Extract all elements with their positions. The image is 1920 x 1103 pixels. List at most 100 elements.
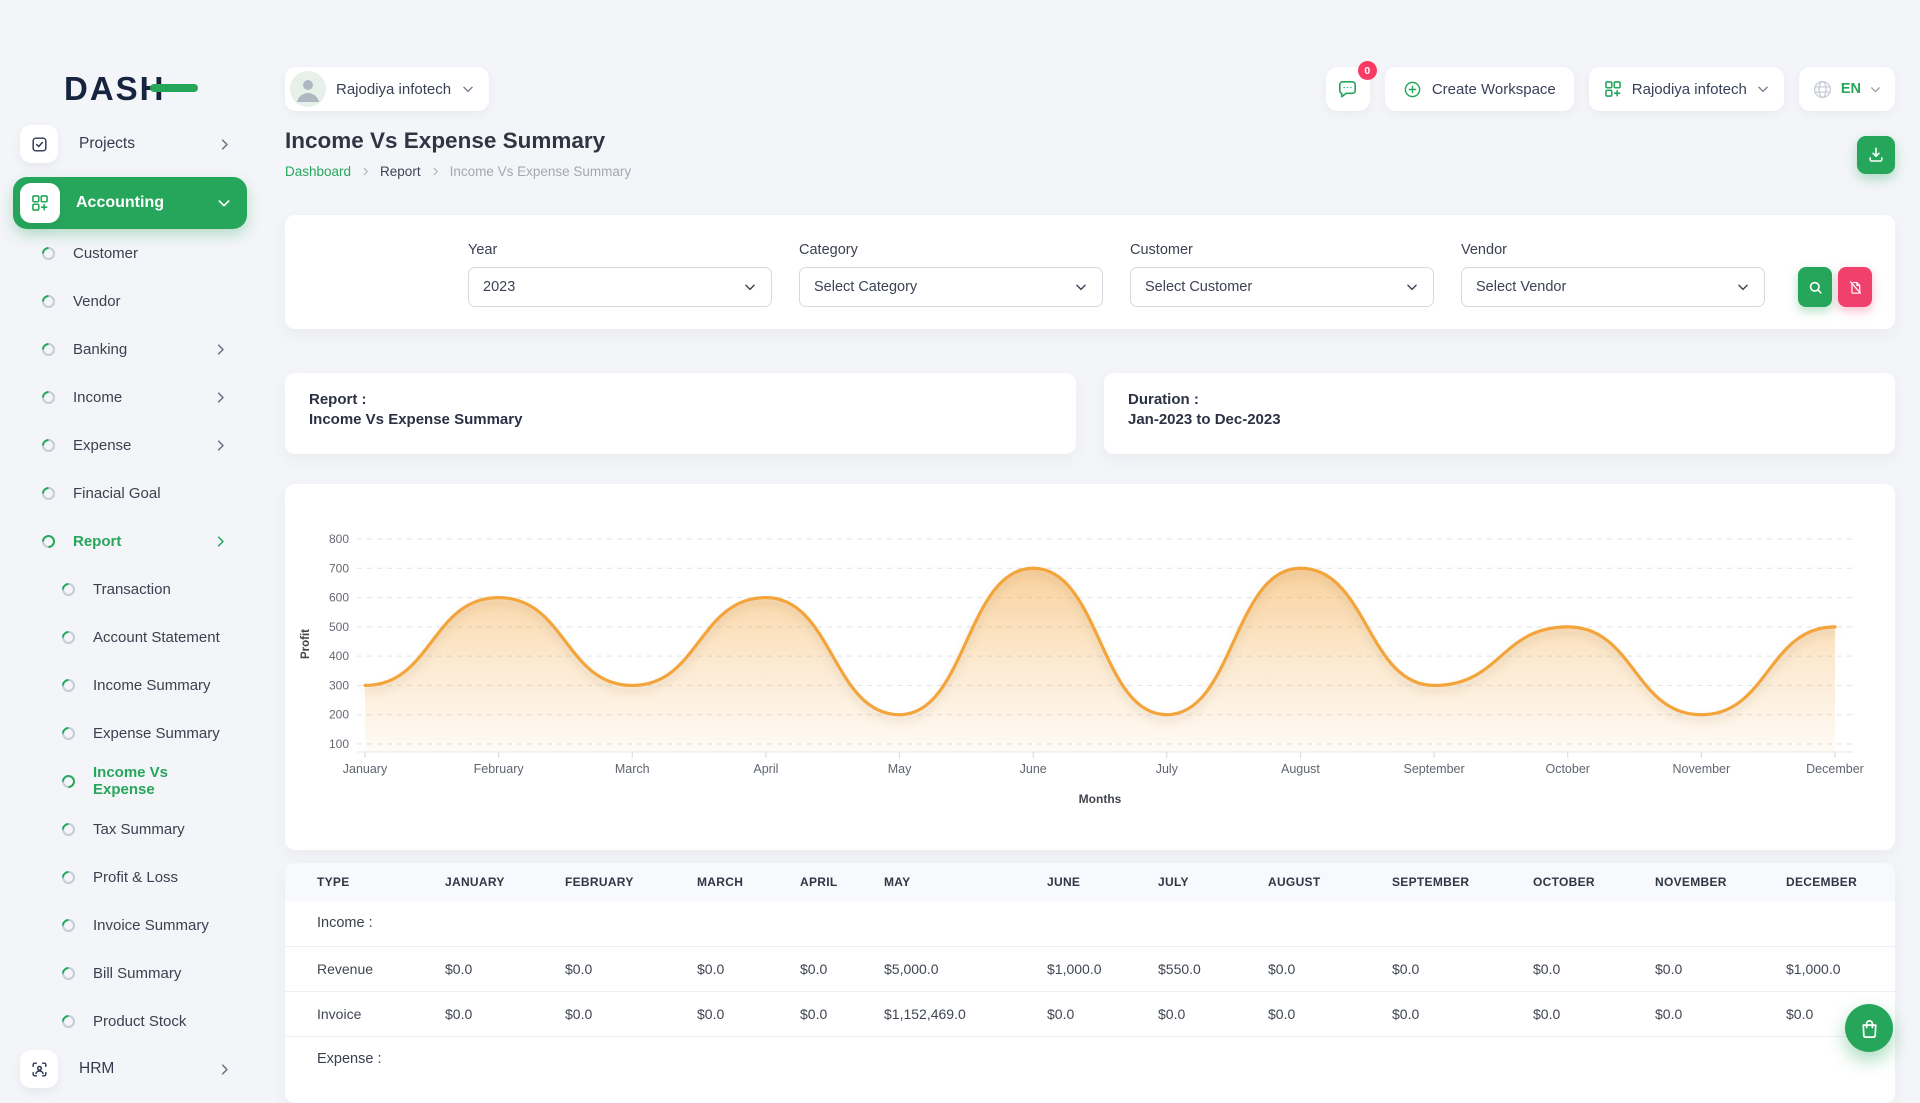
svg-text:Months: Months: [1079, 792, 1122, 806]
download-report-button[interactable]: [1857, 136, 1895, 174]
column-header-august: AUGUST: [1268, 863, 1392, 901]
reset-filter-button[interactable]: [1838, 267, 1872, 307]
svg-text:August: August: [1281, 762, 1320, 776]
workspace-switcher[interactable]: Rajodiya infotech: [285, 67, 489, 111]
filter-label: Vendor: [1461, 242, 1765, 258]
summary-card-title: Duration :: [1128, 390, 1871, 410]
breadcrumb-separator-icon: [360, 166, 371, 177]
year-select[interactable]: 2023: [468, 267, 772, 307]
chevron-down-icon: [461, 82, 475, 96]
checkbox-icon: [30, 135, 49, 154]
checkbox-icon-card: [20, 125, 58, 163]
sidebar-item-bill-summary[interactable]: Bill Summary: [0, 949, 260, 997]
bullet-icon: [59, 868, 77, 886]
user-scan-icon-card: [20, 1050, 58, 1088]
bullet-icon: [39, 388, 57, 406]
sidebar-item-expense[interactable]: Expense: [0, 421, 260, 469]
breadcrumb-report[interactable]: Report: [380, 164, 421, 179]
category-select[interactable]: Select Category: [799, 267, 1103, 307]
section-row-expense: Expense :: [285, 1036, 1895, 1081]
chat-icon: [1336, 78, 1359, 101]
column-header-june: JUNE: [1047, 863, 1158, 901]
bullet-icon: [59, 1012, 77, 1030]
sidebar-item-expense-summary[interactable]: Expense Summary: [0, 709, 260, 757]
cell-value: $0.0: [697, 946, 800, 991]
sidebar-item-banking[interactable]: Banking: [0, 325, 260, 373]
bullet-icon: [59, 724, 77, 742]
apply-filter-button[interactable]: [1798, 267, 1832, 307]
svg-text:500: 500: [329, 620, 349, 634]
customer-select[interactable]: Select Customer: [1130, 267, 1434, 307]
vendor-select[interactable]: Select Vendor: [1461, 267, 1765, 307]
bullet-icon: [59, 628, 77, 646]
filter-buttons: [1798, 267, 1872, 307]
chevron-down-icon: [216, 195, 232, 211]
sidebar-item-customer[interactable]: Customer: [0, 229, 260, 277]
svg-text:June: June: [1020, 762, 1047, 776]
user-scan-icon: [30, 1060, 49, 1079]
column-header-april: APRIL: [800, 863, 884, 901]
language-code: EN: [1841, 81, 1861, 97]
chevron-right-icon: [213, 390, 228, 405]
svg-text:April: April: [753, 762, 778, 776]
svg-text:November: November: [1673, 762, 1731, 776]
messages-button[interactable]: 0: [1326, 67, 1370, 111]
bullet-icon: [59, 820, 77, 838]
sidebar-item-vendor[interactable]: Vendor: [0, 277, 260, 325]
income-expense-table: TYPEJANUARYFEBRUARYMARCHAPRILMAYJUNEJULY…: [285, 863, 1895, 1081]
filter-field-category: Category Select Category: [799, 242, 1103, 307]
sidebar-item-tax-summary[interactable]: Tax Summary: [0, 805, 260, 853]
cell-value: $1,000.0: [1047, 946, 1158, 991]
breadcrumb-dashboard[interactable]: Dashboard: [285, 164, 351, 179]
sidebar-item-label: Accounting: [76, 194, 164, 212]
bullet-icon: [59, 916, 77, 934]
grid-plus-icon: [1603, 79, 1623, 99]
svg-text:February: February: [474, 762, 525, 776]
sidebar: DASH Projects Accounting Customer Vendor…: [0, 0, 260, 1080]
sidebar-item-projects[interactable]: Projects: [18, 120, 242, 168]
svg-text:January: January: [343, 762, 388, 776]
sidebar-item-income-summary[interactable]: Income Summary: [0, 661, 260, 709]
chevron-down-icon: [743, 280, 757, 294]
sidebar-item-report[interactable]: Report: [0, 517, 260, 565]
sidebar-menu: Projects Accounting Customer Vendor Bank…: [0, 120, 260, 1093]
sidebar-item-label: Invoice Summary: [93, 917, 209, 934]
row-type: Revenue: [285, 946, 445, 991]
sidebar-item-invoice-summary[interactable]: Invoice Summary: [0, 901, 260, 949]
filter-label: Customer: [1130, 242, 1434, 258]
sidebar-item-account-statement[interactable]: Account Statement: [0, 613, 260, 661]
filter-label: Year: [468, 242, 772, 258]
svg-text:800: 800: [329, 532, 349, 546]
summary-card-title: Report :: [309, 390, 1052, 410]
sidebar-item-finacial-goal[interactable]: Finacial Goal: [0, 469, 260, 517]
account-menu[interactable]: Rajodiya infotech: [1589, 67, 1784, 111]
cell-value: $550.0: [1158, 946, 1268, 991]
sidebar-item-profit-loss[interactable]: Profit & Loss: [0, 853, 260, 901]
sidebar-item-label: Report: [73, 533, 121, 550]
bullet-icon: [59, 580, 77, 598]
create-workspace-button[interactable]: Create Workspace: [1385, 67, 1574, 111]
sidebar-item-label: Customer: [73, 245, 138, 262]
profit-area-chart[interactable]: 100200300400500600700800JanuaryFebruaryM…: [285, 486, 1895, 832]
sidebar-item-label: Income Summary: [93, 677, 211, 694]
profit-chart-card: 100200300400500600700800JanuaryFebruaryM…: [285, 484, 1895, 850]
select-value: 2023: [483, 279, 515, 295]
column-header-march: MARCH: [697, 863, 800, 901]
app-logo[interactable]: DASH: [64, 70, 194, 106]
column-header-december: DECEMBER: [1786, 863, 1895, 901]
sidebar-item-accounting[interactable]: Accounting: [13, 177, 247, 229]
pos-fab-button[interactable]: [1845, 1004, 1893, 1052]
column-header-may: MAY: [884, 863, 1047, 901]
report-table-card: TYPEJANUARYFEBRUARYMARCHAPRILMAYJUNEJULY…: [285, 863, 1895, 1103]
sidebar-item-hrm[interactable]: HRM: [18, 1045, 242, 1093]
sidebar-item-label: Income: [73, 389, 122, 406]
breadcrumb-income-vs-expense-summary: Income Vs Expense Summary: [450, 164, 632, 179]
language-selector[interactable]: EN: [1799, 67, 1895, 111]
sidebar-item-transaction[interactable]: Transaction: [0, 565, 260, 613]
grid-plus-icon: [30, 193, 50, 213]
sidebar-item-label: Product Stock: [93, 1013, 186, 1030]
sidebar-item-income-vs-expense[interactable]: Income Vs Expense: [0, 757, 260, 805]
sidebar-item-income[interactable]: Income: [0, 373, 260, 421]
sidebar-item-product-stock[interactable]: Product Stock: [0, 997, 260, 1045]
filter-field-customer: Customer Select Customer: [1130, 242, 1434, 307]
